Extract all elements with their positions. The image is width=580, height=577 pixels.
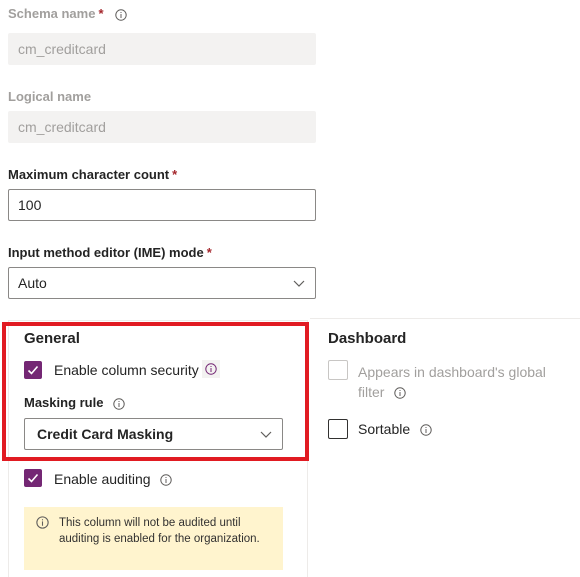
ime-mode-value: Auto (18, 275, 47, 291)
enable-auditing-label: Enable auditing (54, 471, 173, 487)
info-icon[interactable] (160, 474, 173, 486)
info-icon[interactable] (420, 424, 432, 436)
enable-auditing-checkbox[interactable] (24, 469, 42, 487)
logical-name-label: Logical name (8, 89, 92, 104)
max-char-count-label: Maximum character count * (8, 167, 178, 182)
sortable-checkbox[interactable] (328, 419, 348, 439)
required-asterisk: * (206, 245, 212, 260)
schema-name-input: cm_creditcard (8, 33, 316, 65)
global-filter-label: Appears in dashboard's global filter (358, 364, 546, 400)
ime-mode-dropdown[interactable]: Auto (8, 267, 316, 299)
info-icon[interactable] (394, 387, 407, 399)
highlight-box (2, 322, 309, 461)
dashboard-section-title: Dashboard (328, 330, 407, 347)
required-asterisk: * (98, 6, 104, 21)
logical-name-input: cm_creditcard (8, 111, 316, 143)
global-filter-checkbox (328, 360, 348, 380)
auditing-notice: This column will not be audited until au… (24, 507, 283, 570)
schema-name-label: Schema name * (8, 6, 127, 21)
info-icon[interactable] (115, 8, 127, 21)
required-asterisk: * (172, 167, 178, 182)
auditing-notice-text: This column will not be audited until au… (59, 517, 260, 545)
chevron-down-icon (293, 280, 305, 287)
checkmark-icon (27, 473, 39, 483)
ime-mode-label: Input method editor (IME) mode * (8, 245, 212, 260)
info-icon (36, 516, 49, 529)
max-char-count-input[interactable]: 100 (8, 189, 316, 221)
divider (310, 318, 580, 319)
sortable-label: Sortable (358, 421, 432, 437)
